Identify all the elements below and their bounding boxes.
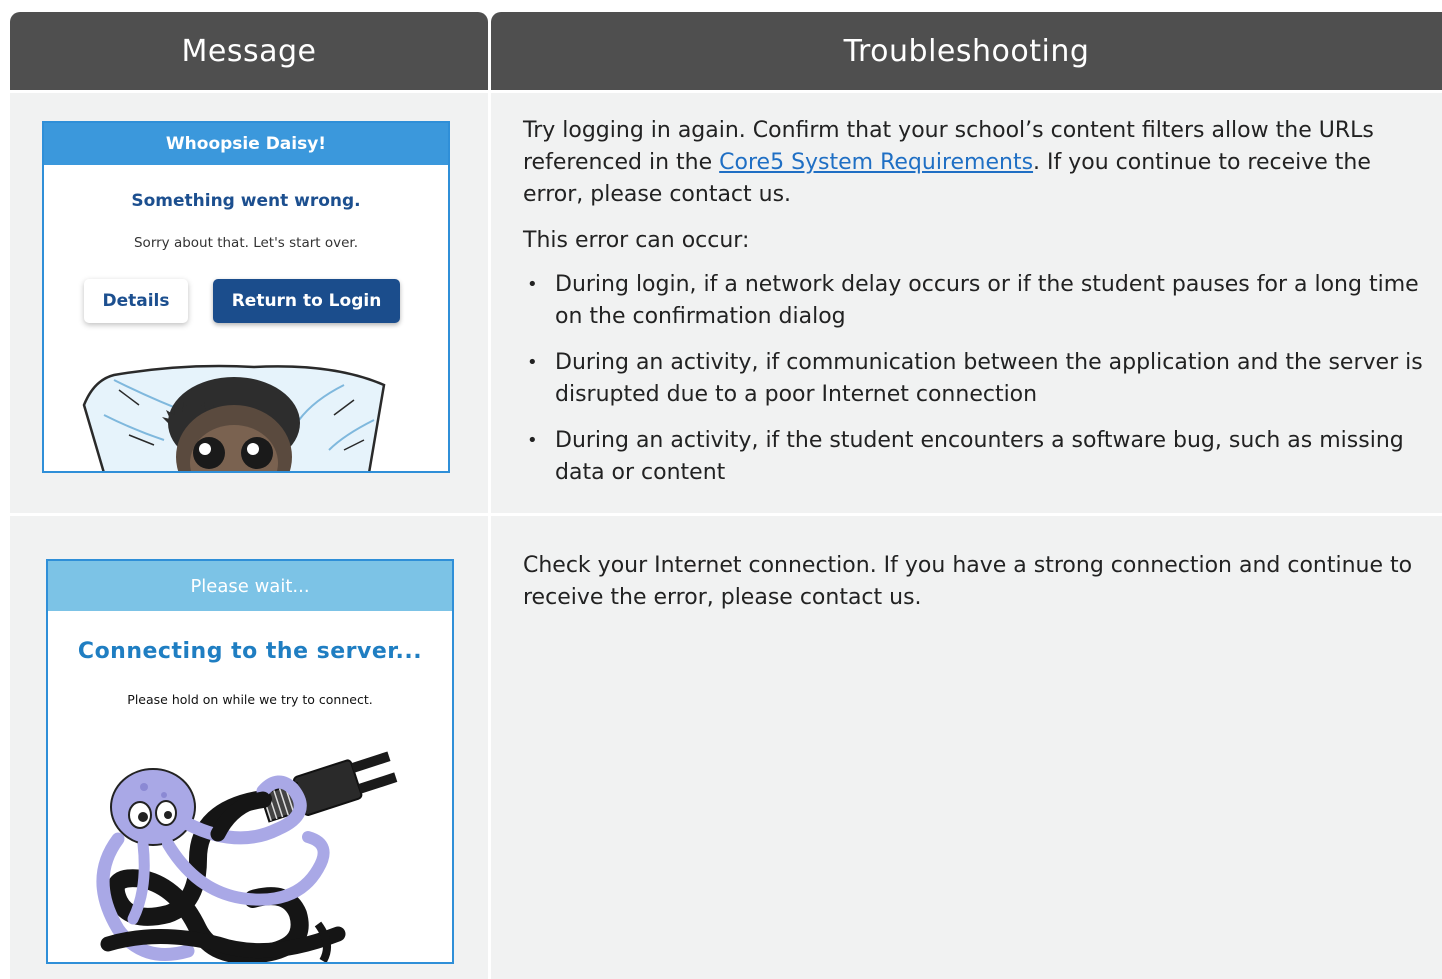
row1-troubleshooting-cell: Try logging in again. Confirm that your …	[491, 93, 1442, 513]
peeking-monkey-illustration	[82, 364, 386, 471]
dialog-heading: Connecting to the server...	[77, 639, 423, 664]
header-message: Message	[10, 12, 488, 90]
return-to-login-button[interactable]: Return to Login	[213, 279, 400, 323]
error-causes-list: During login, if a network delay occurs …	[523, 269, 1423, 489]
whoopsie-dialog: Whoopsie Daisy! Something went wrong. So…	[42, 121, 450, 473]
row2-troubleshooting-cell: Check your Internet connection. If you h…	[491, 516, 1442, 979]
dialog-subtext: Please hold on while we try to connect.	[127, 692, 373, 707]
connecting-dialog: Please wait... Connecting to the server.…	[46, 559, 454, 964]
row2-message-cell: Please wait... Connecting to the server.…	[10, 516, 488, 979]
error-message-table: Message Troubleshooting Whoopsie Daisy! …	[10, 12, 1442, 979]
row1-message-cell: Whoopsie Daisy! Something went wrong. So…	[10, 93, 488, 513]
row2-troubleshooting-text: Check your Internet connection. If you h…	[523, 553, 1413, 610]
row1-troubleshooting-text: Try logging in again. Confirm that your …	[523, 115, 1423, 503]
list-item: During an activity, if communication bet…	[523, 347, 1423, 411]
header-troubleshooting: Troubleshooting	[491, 12, 1442, 90]
error-occur-label: This error can occur:	[523, 228, 750, 253]
list-item: During an activity, if the student encou…	[523, 425, 1423, 489]
row1-intro-paragraph: Try logging in again. Confirm that your …	[523, 115, 1423, 211]
dialog-subtext: Sorry about that. Let's start over.	[133, 235, 359, 251]
dialog-heading: Something went wrong.	[131, 191, 361, 211]
octopus-plug-illustration	[96, 751, 398, 962]
system-requirements-link[interactable]: Core5 System Requirements	[719, 150, 1033, 175]
dialog-title: Whoopsie Daisy!	[44, 123, 448, 165]
list-item: During login, if a network delay occurs …	[523, 269, 1423, 333]
dialog-title: Please wait...	[48, 561, 452, 611]
details-button[interactable]: Details	[84, 279, 188, 323]
